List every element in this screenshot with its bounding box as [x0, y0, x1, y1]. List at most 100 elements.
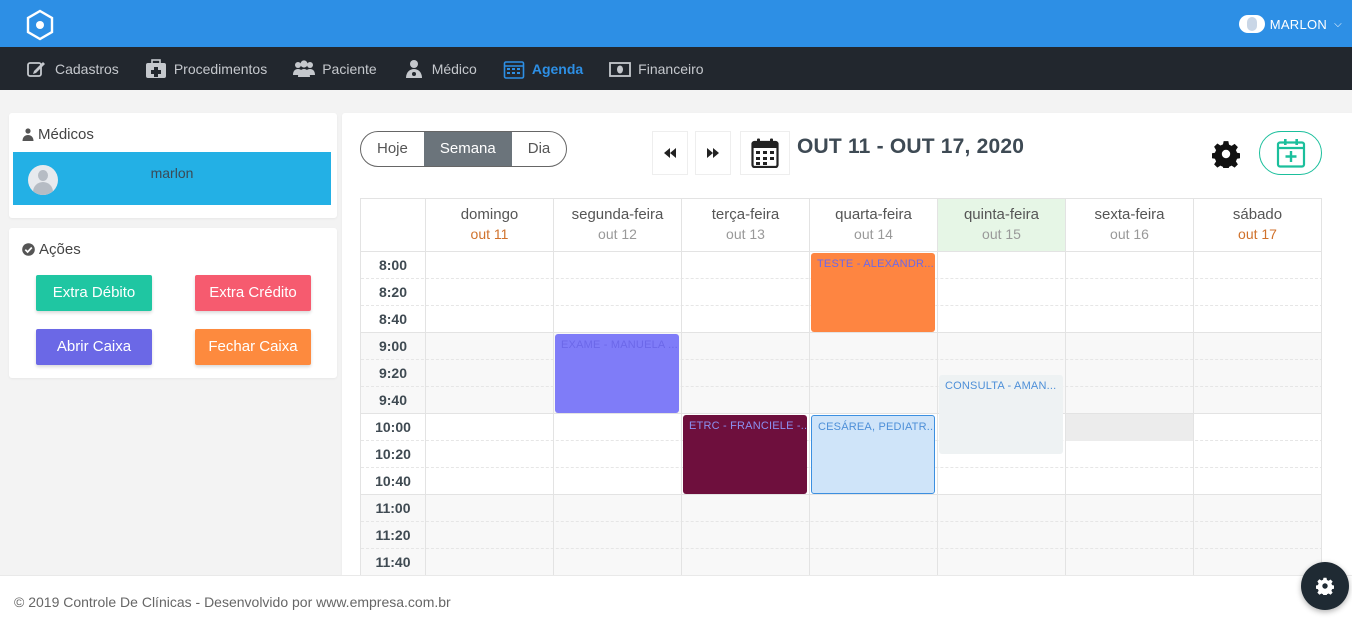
nav-procedimentos[interactable]: Procedimentos: [145, 58, 267, 79]
acoes-panel: Ações Extra Débito Extra Crédito Abrir C…: [9, 228, 337, 378]
abrir-caixa-button[interactable]: Abrir Caixa: [36, 329, 152, 365]
day-date: out 16: [1110, 226, 1149, 242]
nav-cadastros[interactable]: Cadastros: [26, 59, 119, 79]
view-switcher: Hoje Semana Dia: [360, 131, 568, 167]
appointment-event[interactable]: CONSULTA - AMAN...: [939, 374, 1063, 454]
nav-label: Cadastros: [55, 60, 119, 77]
day-date: out 15: [982, 226, 1021, 242]
medico-name: marlon: [150, 165, 194, 181]
day-date: out 13: [726, 226, 765, 242]
medkit-icon: [145, 58, 166, 78]
time-label: 11:20: [375, 527, 411, 543]
calendar-icon: [751, 138, 779, 168]
time-label: 9:20: [378, 365, 408, 381]
user-name: MARLON: [1269, 16, 1328, 32]
day-header: sábado out 17: [1193, 199, 1321, 252]
medicos-title: Médicos: [22, 126, 94, 143]
appointment-event[interactable]: ETRC - FRANCIELE -...: [683, 415, 807, 494]
time-label: 8:00: [378, 257, 408, 273]
add-appointment-button[interactable]: [1259, 131, 1322, 175]
view-dia[interactable]: Dia: [512, 132, 567, 166]
medico-card[interactable]: marlon: [13, 152, 331, 205]
day-name: sexta-feira: [1094, 206, 1165, 223]
gear-icon: [1316, 577, 1334, 595]
gear-icon[interactable]: [1212, 140, 1240, 168]
appointment-event[interactable]: TESTE - ALEXANDR...: [811, 253, 935, 332]
calendar-panel: Hoje Semana Dia OUT 11 - OUT 17, 2020 8:…: [342, 113, 1352, 575]
column-divider: [681, 252, 682, 575]
time-label: 11:00: [375, 500, 411, 516]
time-row[interactable]: 11:40: [361, 549, 1321, 575]
time-row[interactable]: 9:40: [361, 387, 1321, 414]
user-menu[interactable]: MARLON ⌵: [1238, 15, 1342, 33]
day-date: out 17: [1238, 226, 1277, 242]
nav-label: Médico: [431, 60, 477, 77]
view-semana[interactable]: Semana: [423, 132, 512, 166]
column-divider: [425, 252, 426, 575]
time-label: 8:40: [378, 311, 408, 327]
time-row[interactable]: 11:20: [361, 522, 1321, 549]
forward-icon: [707, 148, 719, 158]
footer: © 2019 Controle De Clínicas - Desenvolvi…: [0, 575, 1352, 622]
time-row[interactable]: 9:00: [361, 333, 1321, 360]
medicos-panel: Médicos marlon: [9, 113, 337, 218]
time-label: 10:20: [375, 446, 411, 462]
column-divider: [809, 252, 810, 575]
day-name: domingo: [460, 206, 519, 223]
backward-icon: [664, 148, 676, 158]
nav-medico[interactable]: Médico: [403, 59, 477, 79]
day-header: domingo out 11: [425, 199, 553, 252]
nav-agenda[interactable]: Agenda: [503, 59, 583, 79]
day-name: terça-feira: [711, 206, 780, 223]
nav-label: Financeiro: [638, 60, 704, 77]
prev-week-button[interactable]: [652, 131, 688, 175]
day-header: quarta-feira out 14: [809, 199, 937, 252]
time-row[interactable]: 11:00: [361, 495, 1321, 522]
day-header: segunda-feira out 12: [553, 199, 681, 252]
acoes-title-text: Ações: [39, 241, 81, 258]
settings-fab[interactable]: [1301, 562, 1349, 610]
time-label: 10:00: [375, 419, 411, 435]
time-label: 8:20: [378, 284, 408, 300]
logo-icon[interactable]: [24, 9, 56, 41]
day-header: quinta-feira out 15: [937, 199, 1065, 252]
avatar: [1238, 15, 1265, 33]
time-label: 10:40: [375, 473, 411, 489]
day-name: segunda-feira: [571, 206, 664, 223]
view-hoje[interactable]: Hoje: [361, 132, 424, 166]
medicos-title-text: Médicos: [38, 126, 94, 143]
nav-paciente[interactable]: Paciente: [293, 59, 377, 79]
nav-financeiro[interactable]: Financeiro: [609, 59, 704, 79]
fechar-caixa-button[interactable]: Fechar Caixa: [195, 329, 311, 365]
day-header: sexta-feira out 16: [1065, 199, 1193, 252]
chevron-down-icon: ⌵: [1334, 18, 1342, 30]
day-date: out 12: [598, 226, 637, 242]
date-picker-button[interactable]: [740, 131, 790, 175]
money-icon: [609, 61, 632, 77]
users-icon: [293, 59, 316, 77]
day-name: quinta-feira: [963, 206, 1040, 223]
day-header: terça-feira out 13: [681, 199, 809, 252]
doctor-icon: [405, 59, 422, 78]
day-date: out 11: [470, 226, 509, 242]
main-nav: Cadastros Procedimentos Paciente Médico …: [0, 47, 1352, 90]
extra-credito-button[interactable]: Extra Crédito: [195, 275, 311, 311]
copyright-text: © 2019 Controle De Clínicas - Desenvolvi…: [14, 594, 451, 610]
day-name: quarta-feira: [835, 206, 912, 223]
busy-slot: [1066, 414, 1193, 441]
time-row[interactable]: 9:20: [361, 360, 1321, 387]
appointment-event[interactable]: EXAME - MANUELA ...: [555, 334, 679, 413]
day-date: out 14: [854, 226, 893, 242]
column-divider: [937, 252, 938, 575]
edit-icon: [27, 61, 45, 77]
appointment-event[interactable]: CESÁREA, PEDIATR...: [811, 415, 935, 494]
nav-label: Paciente: [322, 60, 377, 77]
calendar-plus-icon: [1276, 139, 1305, 168]
check-circle-icon: [22, 243, 35, 256]
week-grid: 8:00 8:20 8:40 9:00 9:20 9:40 10:00 10:20 10:40 1…: [360, 198, 1322, 575]
acoes-title: Ações: [22, 241, 81, 258]
next-week-button[interactable]: [695, 131, 731, 175]
day-name: sábado: [1232, 206, 1283, 223]
time-label: 9:00: [378, 338, 408, 354]
extra-debito-button[interactable]: Extra Débito: [36, 275, 152, 311]
